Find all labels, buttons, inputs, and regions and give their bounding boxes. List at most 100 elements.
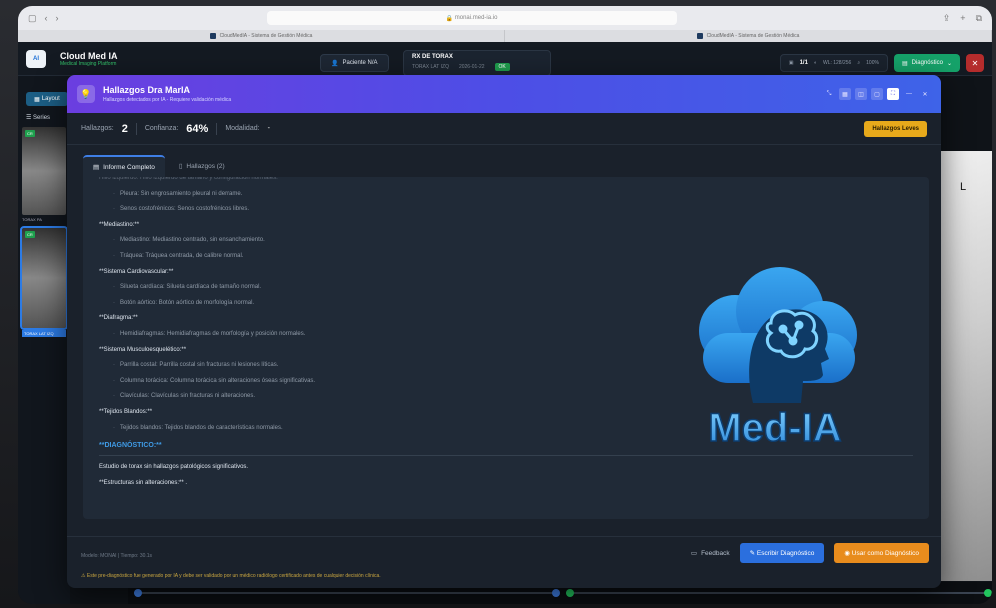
frame-slider-left[interactable] bbox=[134, 589, 560, 597]
modalidad-label: Modalidad: bbox=[225, 125, 260, 132]
diagnostico-line: **Estructuras sin alteraciones:** . bbox=[99, 479, 188, 486]
fullscreen-icon[interactable]: ⛶ bbox=[887, 88, 899, 100]
clipboard-icon: ▯ bbox=[178, 163, 183, 170]
address-bar[interactable]: 🔒 monai.med-ia.io bbox=[266, 11, 677, 25]
study-subtitle: TORAX LAT IZQ bbox=[412, 64, 449, 70]
lock-icon: 🔒 bbox=[445, 15, 455, 22]
patient-button[interactable]: 👤 Paciente N/A bbox=[320, 54, 389, 72]
feedback-label: Feedback bbox=[701, 549, 730, 557]
hallazgos-modal: 💡 Hallazgos Dra MarIA Hallazgos detectad… bbox=[67, 75, 941, 588]
browser-tab-1[interactable]: CloudMedIA - Sistema de Gestión Médica bbox=[18, 30, 505, 42]
app-name: Cloud Med IA bbox=[60, 50, 118, 61]
modal-subtitle: Hallazgos detectados por IA - Requiere v… bbox=[103, 97, 232, 103]
app-logo: AI bbox=[26, 49, 46, 68]
favicon-icon bbox=[696, 33, 703, 39]
feedback-button[interactable]: ▭ Feedback bbox=[690, 549, 730, 558]
sidebar-toggle-icon[interactable]: ▢ bbox=[28, 13, 37, 24]
med-ia-logo: Med-IA bbox=[699, 267, 857, 451]
hallazgos-leves-badge[interactable]: Hallazgos Leves bbox=[864, 120, 927, 137]
forward-icon[interactable]: › bbox=[56, 13, 59, 23]
layout-quad-icon[interactable]: ▦ bbox=[839, 88, 851, 100]
thumbnail-label: TORAX LAT IZQ bbox=[22, 330, 66, 337]
zoom-icon: ⌕ bbox=[857, 60, 861, 66]
modality-tag: CR bbox=[25, 130, 35, 137]
close-viewer-button[interactable]: ✕ bbox=[966, 54, 984, 72]
back-icon[interactable]: ‹ bbox=[45, 13, 48, 23]
minimize-corner-icon[interactable]: ⤡ bbox=[823, 88, 835, 100]
layout-single-icon[interactable]: ▢ bbox=[871, 88, 883, 100]
chevron-down-icon: ⌄ bbox=[946, 60, 952, 67]
edit-icon: ✎ bbox=[749, 550, 757, 557]
play-icon[interactable] bbox=[984, 589, 992, 597]
escribir-label: Escribir Diagnóstico bbox=[756, 550, 815, 557]
minimize-icon[interactable]: — bbox=[903, 88, 915, 100]
study-date: 2026-01-22 bbox=[458, 64, 485, 70]
document-icon: ▤ bbox=[901, 60, 908, 67]
browser-toolbar: ▢ ‹ › 🔒 monai.med-ia.io ⇪ + ⧉ bbox=[18, 6, 992, 30]
share-icon[interactable]: ⇪ bbox=[943, 13, 951, 24]
usar-label: Usar como Diagnóstico bbox=[851, 550, 919, 557]
diagnostico-button[interactable]: ▤ Diagnóstico ⌄ bbox=[893, 54, 960, 72]
modal-tabs: ▤ Informe Completo ▯ Hallazgos (2) bbox=[83, 155, 941, 177]
xray-viewport[interactable]: L bbox=[940, 151, 992, 581]
series-thumbnail-selected[interactable]: CR bbox=[20, 226, 68, 330]
escribir-diagnostico-button[interactable]: ✎ Escribir Diagnóstico bbox=[739, 543, 825, 563]
ai-disclaimer: ⚠ Este pre-diagnóstico fue generado por … bbox=[81, 573, 927, 579]
series-label: ☰ Series bbox=[26, 115, 51, 121]
hallazgos-value: 2 bbox=[121, 122, 128, 135]
modal-header: 💡 Hallazgos Dra MarIA Hallazgos detectad… bbox=[67, 75, 941, 113]
browser-tab-title: CloudMedIA - Sistema de Gestión Médica bbox=[706, 33, 800, 39]
modality-tag: CR bbox=[25, 231, 35, 238]
report-line: Mediastino: Mediastino centrado, sin ens… bbox=[99, 233, 913, 249]
image-icon: ▣ bbox=[788, 60, 794, 66]
layout-button[interactable]: ▦ Layout bbox=[26, 92, 68, 106]
modalidad-value: - bbox=[267, 125, 270, 132]
modal-title: Hallazgos Dra MarIA bbox=[103, 85, 191, 95]
window-level: WL: 128/256 bbox=[822, 60, 852, 66]
slider-knob[interactable] bbox=[566, 589, 574, 597]
new-tab-icon[interactable]: + bbox=[960, 13, 965, 24]
chat-icon: ▭ bbox=[690, 550, 698, 557]
play-icon[interactable] bbox=[552, 589, 560, 597]
laterality-marker: L bbox=[960, 181, 967, 193]
page-counter: 1/1 bbox=[799, 60, 808, 66]
disclaimer-text: Este pre-diagnóstico fue generado por IA… bbox=[86, 573, 381, 579]
logo-text: Med-IA bbox=[708, 406, 841, 450]
tab-informe-completo[interactable]: ▤ Informe Completo bbox=[83, 155, 165, 177]
series-label-text: Series bbox=[33, 115, 51, 121]
tab-label: Informe Completo bbox=[103, 163, 155, 171]
contrast-icon: ◐ bbox=[813, 60, 817, 66]
lightbulb-icon: ◉ bbox=[844, 550, 852, 557]
brand: Cloud Med IA Medical Imaging Platform bbox=[60, 51, 118, 67]
modal-footer: Modelo: MONAI | Tiempo: 30.1s ▭ Feedback … bbox=[67, 536, 941, 588]
report-line: Hilio izquierdo: Hilio izquierdo de tama… bbox=[99, 177, 278, 181]
browser-tab-2[interactable]: CloudMedIA - Sistema de Gestión Médica bbox=[505, 30, 992, 42]
divider bbox=[216, 122, 218, 135]
layout-label: Layout bbox=[41, 96, 60, 102]
url-text: monai.med-ia.io bbox=[454, 15, 498, 21]
tabs-overview-icon[interactable]: ⧉ bbox=[976, 13, 982, 24]
report-heading: **Mediastino:** bbox=[99, 221, 140, 228]
layout-split-icon[interactable]: ◫ bbox=[855, 88, 867, 100]
thumbnail-label: TORAX PA bbox=[22, 217, 42, 222]
diagnostico-label: Diagnóstico bbox=[911, 60, 943, 66]
favicon-icon bbox=[209, 33, 216, 39]
slider-knob[interactable] bbox=[134, 589, 142, 597]
series-sidebar: ▦ Layout ☰ Series CR TORAX PA CR TORAX LA… bbox=[18, 76, 70, 604]
status-badge: OK bbox=[494, 63, 510, 71]
close-icon[interactable]: ✕ bbox=[919, 88, 931, 100]
hallazgos-label: Hallazgos: bbox=[81, 125, 114, 132]
user-icon: 👤 bbox=[331, 60, 339, 67]
stats-row: Hallazgos: 2 Confianza: 64% Modalidad: -… bbox=[67, 113, 941, 145]
confianza-value: 64% bbox=[186, 122, 209, 135]
frame-slider-right[interactable] bbox=[566, 589, 992, 597]
viewer-toolbar: ▣ 1/1 ◐ WL: 128/256 ⌕ 100% bbox=[779, 54, 888, 72]
tab-hallazgos[interactable]: ▯ Hallazgos (2) bbox=[169, 155, 235, 177]
report-line: Senos costofrénicos: Senos costofrénicos… bbox=[99, 202, 913, 218]
study-info[interactable]: RX DE TORAX TORAX LAT IZQ 2026-01-22 OK bbox=[403, 50, 551, 76]
divider bbox=[135, 122, 137, 135]
study-title: RX DE TORAX bbox=[412, 54, 453, 60]
series-thumbnail[interactable]: CR bbox=[22, 127, 66, 215]
usar-diagnostico-button[interactable]: ◉ Usar como Diagnóstico bbox=[834, 543, 929, 563]
browser-tabs: CloudMedIA - Sistema de Gestión Médica C… bbox=[18, 30, 992, 42]
